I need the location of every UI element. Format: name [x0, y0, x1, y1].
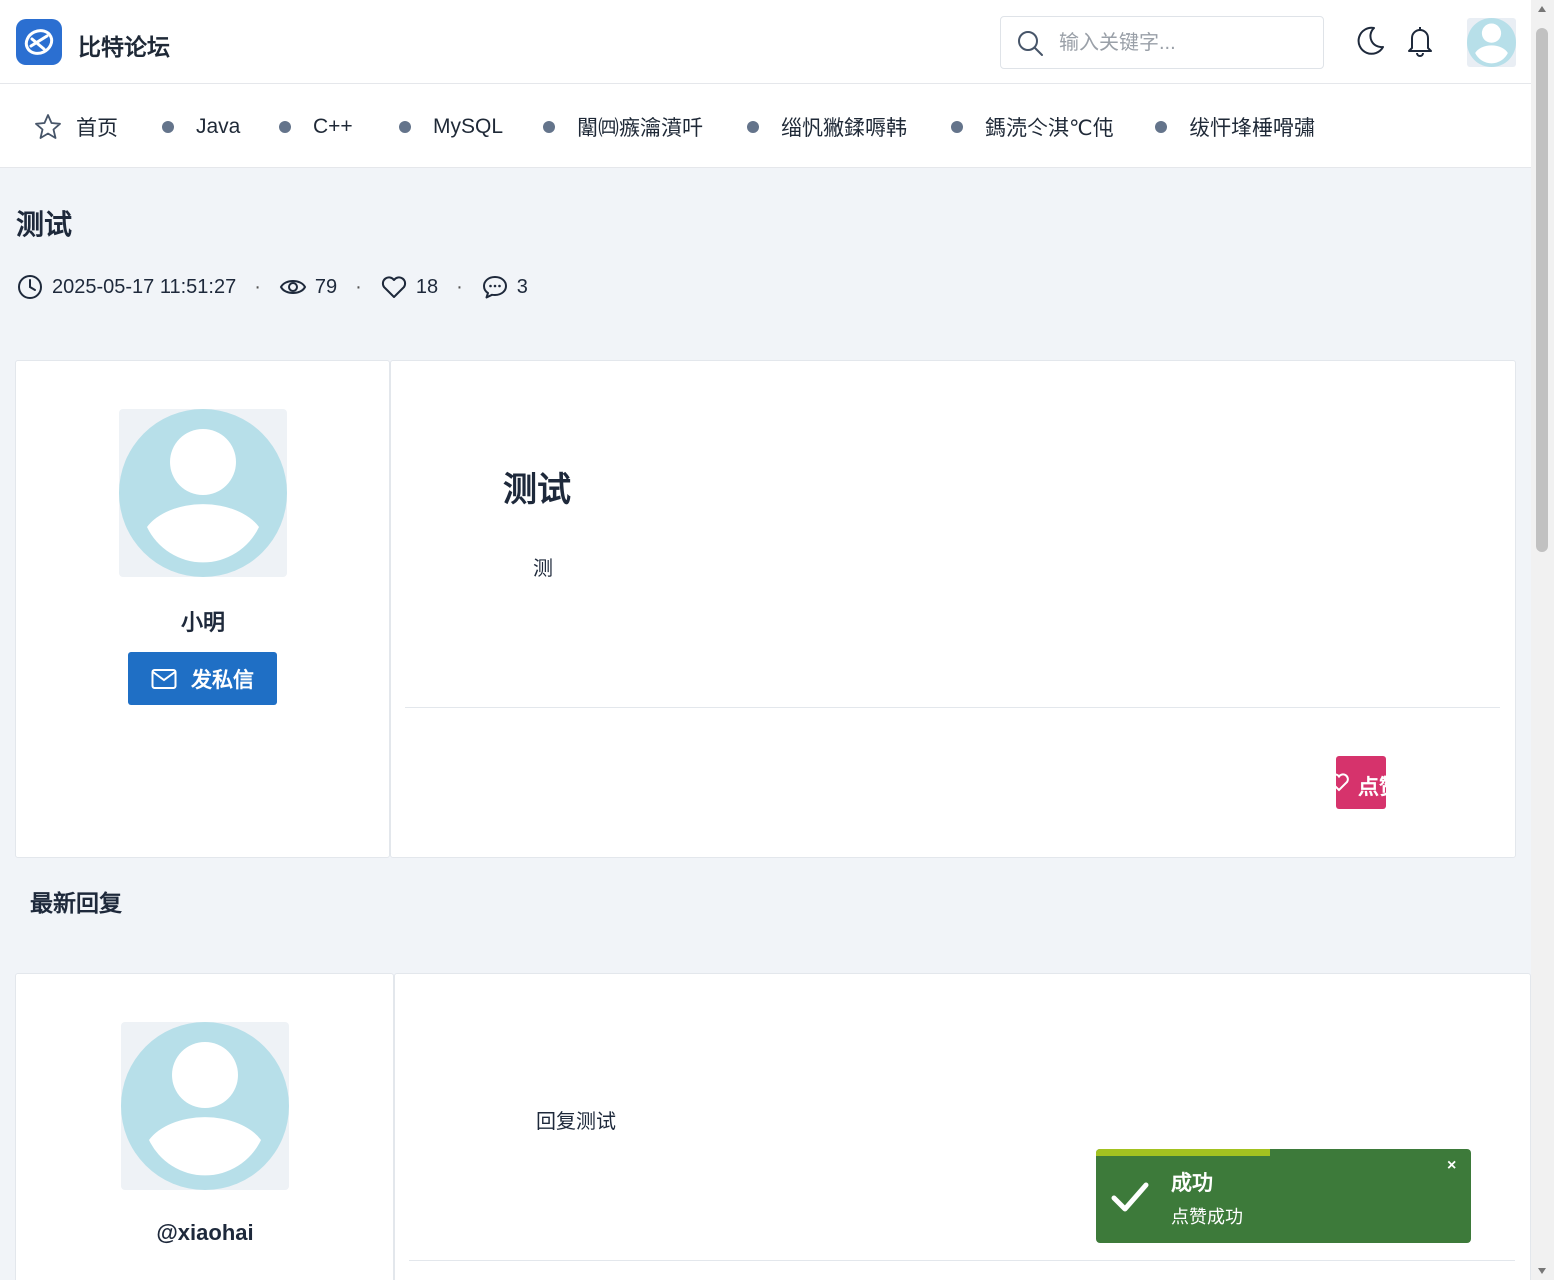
logo-icon[interactable]	[16, 19, 62, 65]
close-icon[interactable]: ×	[1447, 1157, 1456, 1175]
send-message-button[interactable]: 发私信	[128, 652, 277, 705]
scrollbar[interactable]	[1531, 0, 1554, 1280]
success-toast: 成功 点赞成功 ×	[1096, 1149, 1471, 1243]
author-name[interactable]: 小明	[119, 605, 287, 637]
comment-icon	[482, 276, 507, 299]
bullet-icon	[279, 121, 291, 133]
nav-item-category-8[interactable]: 绂忓埄棰嗗彇	[1155, 113, 1315, 141]
send-message-label: 发私信	[191, 668, 254, 692]
toast-message: 点赞成功	[1171, 1207, 1243, 1227]
nav-label: 闈㈣瘯瀹濆吀	[577, 117, 703, 140]
toast-title: 成功	[1171, 1172, 1213, 1195]
post-body-heading: 测试	[503, 471, 571, 509]
category-nav: 首页 Java C++ MySQL 闈㈣瘯瀹濆吀 缁忛獙鍒嗕韩 鎷涜仒淇℃伅 绂…	[0, 84, 1531, 168]
replies-section-title: 最新回复	[30, 890, 122, 916]
page-title: 测试	[16, 209, 73, 240]
divider	[409, 1260, 1515, 1261]
nav-item-category-6[interactable]: 缁忛獙鍒嗕韩	[747, 113, 907, 141]
like-label: 点赞	[1358, 776, 1386, 799]
search-icon[interactable]	[1016, 29, 1044, 62]
heart-icon	[381, 276, 406, 298]
search-input[interactable]	[1059, 29, 1309, 57]
nav-item-home[interactable]: 首页	[34, 113, 118, 141]
heart-icon	[1336, 773, 1349, 792]
bullet-icon	[162, 121, 174, 133]
bell-icon[interactable]	[1407, 25, 1433, 62]
top-header: 比特论坛	[0, 0, 1531, 84]
divider	[405, 707, 1500, 708]
nav-label: 首页	[76, 117, 118, 140]
nav-item-mysql[interactable]: MySQL	[399, 113, 503, 141]
bullet-icon	[399, 121, 411, 133]
reply-author-name[interactable]: @xiaohai	[105, 1220, 305, 1246]
bullet-icon	[951, 121, 963, 133]
nav-item-java[interactable]: Java	[162, 113, 240, 141]
like-count: 18	[415, 275, 439, 298]
scroll-down-arrow-icon[interactable]	[1538, 1268, 1546, 1274]
nav-item-cpp[interactable]: C++	[279, 113, 353, 141]
user-avatar[interactable]	[1467, 18, 1516, 67]
bullet-icon	[747, 121, 759, 133]
nav-label: Java	[196, 115, 241, 138]
toast-progress-bar	[1096, 1149, 1270, 1156]
bullet-icon	[1155, 121, 1167, 133]
nav-label: C++	[313, 115, 353, 138]
author-avatar[interactable]	[119, 409, 287, 577]
like-button[interactable]: 点赞	[1336, 756, 1386, 809]
mail-icon	[151, 668, 177, 689]
check-icon	[1110, 1177, 1150, 1222]
comment-count: 3	[516, 275, 528, 298]
brand-name[interactable]: 比特论坛	[78, 28, 170, 62]
view-count: 79	[314, 275, 338, 298]
post-meta: 2025-05-17 11:51:27 · 79 · 18 · 3	[16, 272, 528, 302]
search-box[interactable]	[1000, 16, 1324, 69]
scroll-up-arrow-icon[interactable]	[1538, 6, 1546, 12]
nav-item-category-5[interactable]: 闈㈣瘯瀹濆吀	[543, 113, 703, 141]
dark-mode-moon-icon[interactable]	[1357, 25, 1385, 62]
reply-author-avatar[interactable]	[121, 1022, 289, 1190]
post-body-text: 测	[533, 558, 553, 580]
nav-label: MySQL	[433, 115, 504, 138]
nav-item-category-7[interactable]: 鎷涜仒淇℃伅	[951, 113, 1114, 141]
reply-text: 回复测试	[536, 1111, 616, 1133]
post-datetime: 2025-05-17 11:51:27	[52, 275, 237, 298]
nav-label: 缁忛獙鍒嗕韩	[781, 117, 907, 140]
scrollbar-thumb[interactable]	[1536, 28, 1548, 552]
bullet-icon	[543, 121, 555, 133]
eye-icon	[279, 280, 307, 294]
nav-label: 鎷涜仒淇℃伅	[985, 117, 1114, 140]
nav-label: 绂忓埄棰嗗彇	[1189, 117, 1315, 140]
star-icon	[34, 113, 62, 141]
clock-icon	[18, 275, 42, 299]
